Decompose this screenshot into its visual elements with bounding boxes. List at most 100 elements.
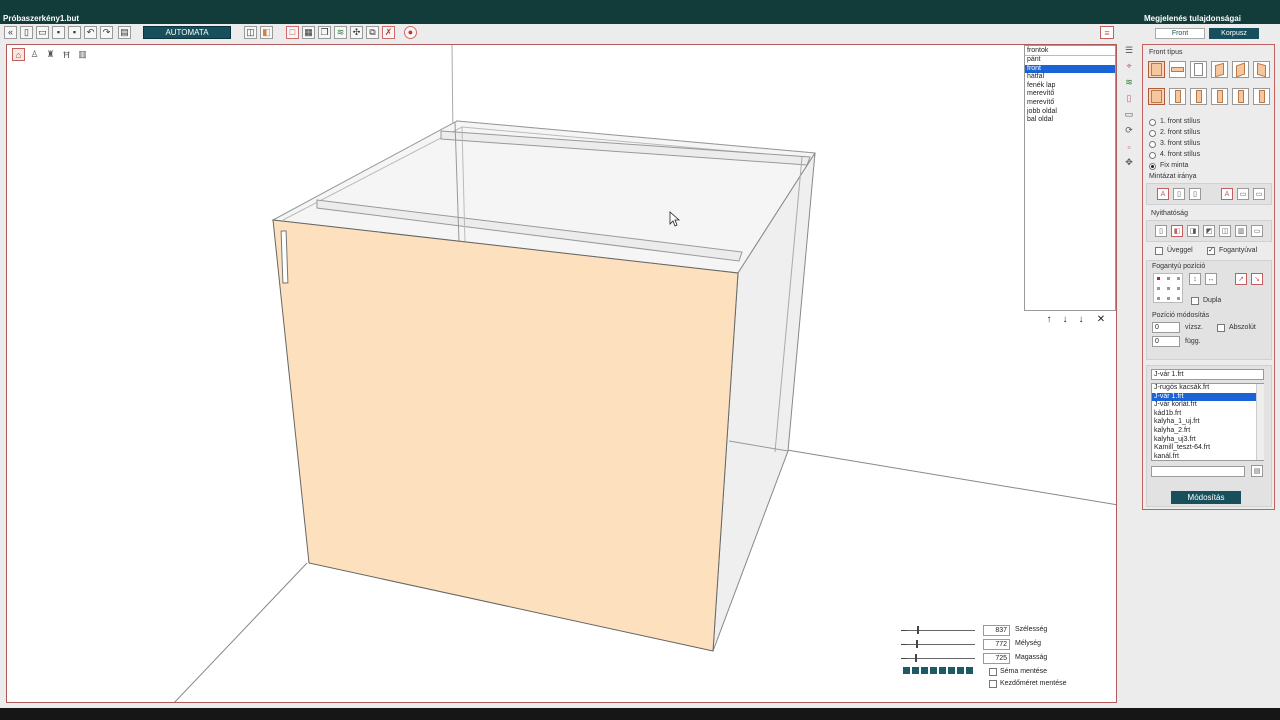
opening-double-icon[interactable]: ◫ <box>1219 225 1231 237</box>
grid-icon[interactable]: ▦ <box>302 26 315 39</box>
save-scheme-checkbox[interactable] <box>989 668 997 676</box>
front-type-drawer-button[interactable] <box>1169 61 1186 78</box>
handle-vertical-icon[interactable]: ↕ <box>1189 273 1201 285</box>
pattern-a2-icon[interactable]: A <box>1221 188 1233 200</box>
height-value[interactable]: 725 <box>983 653 1010 664</box>
stop-icon[interactable]: ● <box>404 26 417 39</box>
tab-front[interactable]: Front <box>1155 28 1205 39</box>
redo-icon[interactable]: ↷ <box>100 26 113 39</box>
back-icon[interactable]: « <box>4 26 17 39</box>
list-item[interactable]: kanál.frt <box>1152 453 1263 462</box>
3d-viewport[interactable]: ⌂ ♙ ♜ Ħ ▥ frontok pánt front hátfal fené… <box>6 44 1117 703</box>
front-variant-1-button[interactable] <box>1148 88 1165 105</box>
screen-icon[interactable]: ▤ <box>118 26 131 39</box>
arrow-up-icon[interactable]: ↑ <box>1043 313 1055 325</box>
save-as-icon[interactable]: ▪ <box>68 26 81 39</box>
front-type-corner-button[interactable] <box>1253 61 1270 78</box>
handle-curve-alt-icon[interactable]: ↘ <box>1251 273 1263 285</box>
front-type-angled-left-button[interactable] <box>1211 61 1228 78</box>
front-type-angled-right-button[interactable] <box>1232 61 1249 78</box>
rotate-icon[interactable]: ⟳ <box>1122 124 1136 137</box>
copy-icon[interactable]: ❐ <box>318 26 331 39</box>
front-variant-4-button[interactable] <box>1211 88 1228 105</box>
open-file-icon[interactable]: ▭ <box>36 26 49 39</box>
handle-position-grid[interactable] <box>1153 273 1183 303</box>
list-item[interactable]: bal oldal <box>1025 116 1115 125</box>
pattern-split-icon[interactable]: ▯ <box>1189 188 1201 200</box>
list-item[interactable]: J-rugós kacsák.frt <box>1152 384 1263 393</box>
depth-value[interactable]: 772 <box>983 639 1010 650</box>
panel-icon[interactable]: ▫ <box>1122 140 1136 153</box>
person-icon[interactable]: ♙ <box>28 48 41 61</box>
door-icon[interactable]: ▯ <box>1122 92 1136 105</box>
depth-slider[interactable] <box>903 644 975 645</box>
pattern-box-icon[interactable]: ▭ <box>1237 188 1249 200</box>
absolute-checkbox[interactable] <box>1217 324 1225 332</box>
opening-up-icon[interactable]: ◩ <box>1203 225 1215 237</box>
list-item[interactable]: Kamill_teszt-64.frt <box>1152 444 1263 453</box>
remove-icon[interactable]: ✕ <box>1095 313 1107 325</box>
handle-checkbox[interactable]: ✓ <box>1207 247 1215 255</box>
undo-icon[interactable]: ↶ <box>84 26 97 39</box>
opening-none-icon[interactable]: ▯ <box>1155 225 1167 237</box>
height-slider[interactable] <box>903 658 975 659</box>
list-item[interactable]: fenék lap <box>1025 82 1115 91</box>
list-item[interactable]: pánt <box>1025 56 1115 65</box>
front-variant-5-button[interactable] <box>1232 88 1249 105</box>
pattern-vertical-icon[interactable]: ▯ <box>1173 188 1185 200</box>
file-name-input[interactable]: J-vár 1.frt <box>1151 369 1264 380</box>
move-icon[interactable]: ✣ <box>350 26 363 39</box>
width-slider[interactable] <box>903 630 975 631</box>
new-file-icon[interactable]: ▯ <box>20 26 33 39</box>
list-item[interactable]: kalyha_uj3.frt <box>1152 436 1263 445</box>
front-variant-6-button[interactable] <box>1253 88 1270 105</box>
wave-icon[interactable]: ≋ <box>1122 76 1136 89</box>
box-icon[interactable]: □ <box>286 26 299 39</box>
automata-button[interactable]: AUTOMATA <box>143 26 231 39</box>
arrow-down-alt-icon[interactable]: ↓ <box>1075 313 1087 325</box>
list-item-selected[interactable]: front <box>1025 64 1115 74</box>
list-item[interactable]: J-vár korlát.frt <box>1152 401 1263 410</box>
target-icon[interactable]: ⌖ <box>1122 60 1136 73</box>
save-icon[interactable]: ▪ <box>52 26 65 39</box>
duplicate-icon[interactable]: ⧉ <box>366 26 379 39</box>
align-icon[interactable]: ≋ <box>334 26 347 39</box>
pattern-a-icon[interactable]: A <box>1157 188 1169 200</box>
arrow-down-icon[interactable]: ↓ <box>1059 313 1071 325</box>
list-item[interactable]: merevítő <box>1025 99 1115 108</box>
drawer-icon[interactable]: ▭ <box>1122 108 1136 121</box>
file-search-input[interactable] <box>1151 466 1245 477</box>
list-item-selected[interactable]: J-vár 1.frt <box>1152 392 1263 402</box>
style-2-radio[interactable] <box>1149 130 1156 137</box>
front-variant-2-button[interactable] <box>1169 88 1186 105</box>
list-item[interactable]: hátfal <box>1025 73 1115 82</box>
save-initial-size-checkbox[interactable] <box>989 680 997 688</box>
file-list-scrollbar[interactable] <box>1256 384 1264 460</box>
opening-right-icon[interactable]: ◨ <box>1187 225 1199 237</box>
resize-icon[interactable]: ✥ <box>1122 156 1136 169</box>
walls-icon[interactable]: ⌂ <box>12 48 25 61</box>
chair-icon[interactable]: ♜ <box>44 48 57 61</box>
list-item[interactable]: kalyha_1_uj.frt <box>1152 418 1263 427</box>
trash-icon[interactable]: ▥ <box>76 48 89 61</box>
menu-icon[interactable]: ≡ <box>1100 26 1114 39</box>
style-3-radio[interactable] <box>1149 141 1156 148</box>
handle-horizontal-icon[interactable]: ↔ <box>1205 273 1217 285</box>
width-value[interactable]: 837 <box>983 625 1010 636</box>
tab-korpusz[interactable]: Korpusz <box>1209 28 1259 39</box>
layers-icon[interactable]: ◫ <box>244 26 257 39</box>
list-item[interactable]: kád1b.frt <box>1152 410 1263 419</box>
style-1-radio[interactable] <box>1149 119 1156 126</box>
horizontal-input[interactable]: 0 <box>1152 322 1180 333</box>
delete-icon[interactable]: ✗ <box>382 26 395 39</box>
pattern-box2-icon[interactable]: ▭ <box>1253 188 1265 200</box>
modify-button[interactable]: Módosítás <box>1171 491 1241 504</box>
table-icon[interactable]: Ħ <box>60 48 73 61</box>
style-4-radio[interactable] <box>1149 152 1156 159</box>
height-slider-thumb[interactable] <box>915 654 917 662</box>
properties-icon[interactable]: ☰ <box>1122 44 1136 57</box>
list-item[interactable]: kalyha_2.frt <box>1152 427 1263 436</box>
glass-checkbox[interactable] <box>1155 247 1163 255</box>
front-variant-3-button[interactable] <box>1190 88 1207 105</box>
list-item[interactable]: merevítő <box>1025 90 1115 99</box>
